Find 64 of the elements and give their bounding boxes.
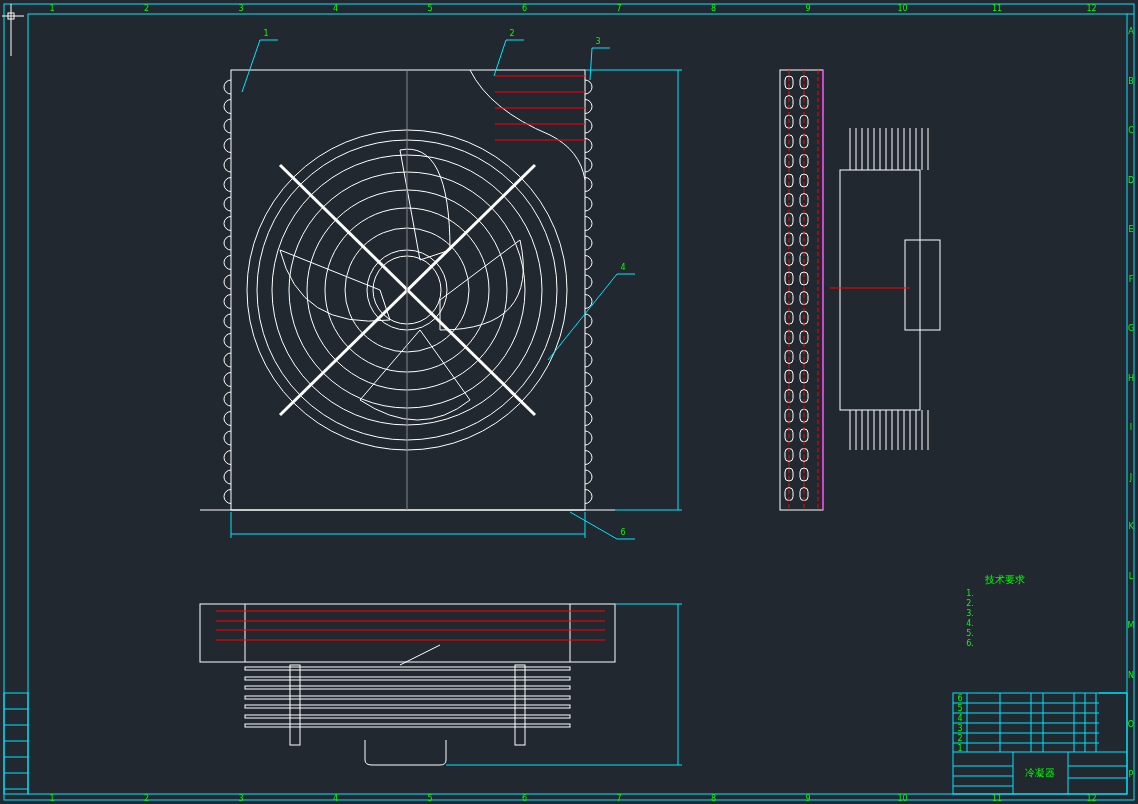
grid-column-label: 11	[991, 794, 1003, 803]
grid-row-label: J	[1129, 472, 1133, 482]
grid-column-label: 9	[805, 4, 811, 13]
grid-row-label: O	[1127, 720, 1135, 729]
grid-row-label: P	[1128, 769, 1134, 779]
part-row-number: 2	[957, 734, 963, 743]
grid-column-label: 5	[427, 794, 433, 803]
grid-row-label: K	[1128, 522, 1134, 531]
grid-column-label: 12	[1086, 794, 1097, 803]
note-number: 5.	[966, 629, 974, 638]
grid-row-label: M	[1127, 621, 1135, 630]
grid-column-label: 8	[710, 4, 717, 13]
grid-column-label: 4	[332, 4, 339, 13]
leader-line	[241, 39, 279, 93]
grid-column-label: 1	[49, 4, 55, 13]
part-row-number: 3	[957, 724, 963, 733]
grid-column-label: 10	[897, 4, 908, 13]
part-row-number: 5	[957, 704, 963, 713]
part-row-number: 4	[957, 714, 963, 723]
grid-column-label: 1	[49, 794, 55, 803]
grid-column-label: 8	[710, 794, 717, 803]
note-number: 3.	[966, 609, 974, 618]
grid-row-label: I	[1129, 423, 1133, 432]
grid-row-label: C	[1128, 126, 1134, 135]
leader-line	[589, 47, 611, 81]
grid-row-label: F	[1128, 274, 1134, 284]
grid-column-label: 9	[805, 794, 811, 803]
crosshair-cursor-icon	[1, 3, 25, 57]
note-number: 6.	[966, 639, 974, 648]
grid-column-label: 6	[521, 794, 528, 803]
grid-column-label: 3	[238, 4, 244, 13]
grid-column-label: 10	[897, 794, 908, 803]
grid-row-label: G	[1127, 324, 1135, 333]
drawing-title: 冷凝器	[1025, 767, 1055, 778]
grid-row-label: D	[1127, 175, 1135, 185]
grid-column-label: 2	[143, 4, 150, 13]
grid-column-label: 7	[616, 794, 622, 803]
grid-row-label: N	[1128, 670, 1134, 680]
part-number-label: 6	[620, 528, 626, 537]
grid-column-label: 5	[427, 4, 433, 13]
note-number: 2.	[966, 599, 974, 608]
grid-column-label: 3	[238, 794, 244, 803]
part-number-label: 3	[595, 37, 601, 46]
grid-row-label: A	[1128, 27, 1134, 36]
note-number: 4.	[966, 619, 974, 628]
part-number-label: 2	[509, 29, 515, 38]
part-row-number: 6	[957, 694, 963, 703]
grid-column-label: 4	[332, 794, 339, 803]
grid-column-label: 11	[991, 4, 1003, 13]
grid-row-label: B	[1128, 76, 1134, 86]
grid-row-label: H	[1128, 373, 1134, 383]
part-row-number: 1	[957, 744, 963, 753]
notes-heading: 技术要求	[985, 574, 1025, 585]
part-number-label: 4	[620, 263, 626, 272]
grid-row-label: E	[1128, 225, 1134, 234]
grid-column-label: 6	[521, 4, 528, 13]
grid-row-label: L	[1128, 571, 1134, 581]
grid-column-label: 2	[143, 794, 150, 803]
note-number: 1.	[966, 589, 974, 598]
grid-column-label: 12	[1086, 4, 1097, 13]
leader-line	[493, 39, 525, 77]
grid-column-label: 7	[616, 4, 622, 13]
part-number-label: 1	[263, 29, 269, 38]
leader-line	[569, 511, 636, 540]
